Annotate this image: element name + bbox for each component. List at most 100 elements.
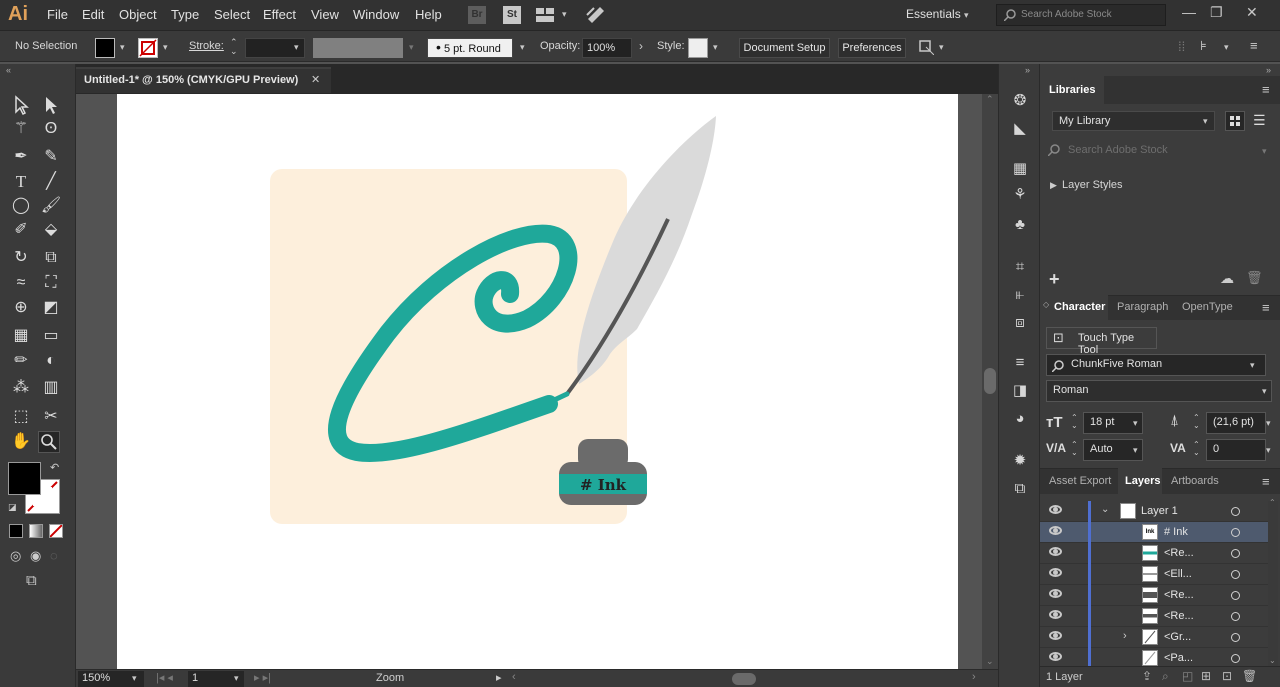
curvature-tool-icon[interactable]: ✎ [40, 146, 62, 168]
isolate-icon[interactable]: ⊧ [1200, 38, 1207, 54]
shape-builder-icon[interactable]: ⊕ [10, 297, 32, 319]
pathfinder-icon[interactable]: ⧈ [1009, 312, 1031, 334]
brush-definition[interactable]: • 5 pt. Round [427, 38, 513, 58]
chevron-down-icon[interactable]: ▾ [1266, 418, 1271, 429]
menu-help[interactable]: Help [415, 7, 442, 22]
chevron-down-icon[interactable]: ▾ [163, 42, 168, 53]
artboards-tab[interactable]: Artboards [1171, 475, 1219, 487]
chevron-down-icon[interactable]: ⌄ [1101, 504, 1109, 515]
grid-view-icon[interactable] [1225, 111, 1245, 131]
zoom-tool-icon[interactable] [38, 431, 60, 453]
eraser-icon[interactable]: ⬙ [40, 219, 62, 241]
stroke-label[interactable]: Stroke: [189, 40, 224, 52]
next-artboard-icon[interactable]: ▸ ▸| [254, 671, 271, 684]
screen-mode-icon[interactable]: ⧉ [26, 572, 37, 589]
new-layer-icon[interactable]: ⊡ [1222, 669, 1232, 683]
lasso-icon[interactable]: ʘ [40, 118, 62, 140]
pen-tool-icon[interactable]: ✒ [10, 146, 32, 168]
expand-triangle-icon[interactable]: ▶ [1050, 180, 1057, 191]
free-transform-icon[interactable]: ⛶ [40, 272, 62, 294]
visibility-eye-icon[interactable] [1049, 610, 1062, 619]
variable-width-profile[interactable] [313, 38, 403, 58]
target-circle-icon[interactable] [1231, 570, 1240, 579]
panel-menu-icon[interactable]: ≡ [1262, 300, 1270, 315]
layer-name[interactable]: Layer 1 [1141, 505, 1178, 517]
libraries-tab[interactable]: Libraries [1049, 84, 1095, 96]
visibility-eye-icon[interactable] [1049, 589, 1062, 598]
chevron-down-icon[interactable]: ▾ [1262, 146, 1267, 157]
stroke-swatch[interactable] [138, 38, 158, 58]
menu-file[interactable]: File [47, 7, 68, 22]
workspace-switcher[interactable]: Essentials [906, 7, 961, 21]
close-tab-icon[interactable]: ✕ [311, 73, 320, 86]
gradient-panel-icon[interactable]: ◣ [1009, 118, 1031, 140]
ink-label-text[interactable]: # Ink [580, 476, 627, 494]
swap-colors-icon[interactable]: ↶ [50, 461, 59, 474]
chevron-down-icon[interactable]: ▾ [120, 42, 125, 53]
layer-name[interactable]: # Ink [1164, 526, 1188, 538]
fill-color[interactable] [8, 462, 41, 495]
hand-tool-icon[interactable]: ✋ [10, 431, 32, 453]
visibility-eye-icon[interactable] [1049, 547, 1062, 556]
transform-icon[interactable] [918, 39, 935, 56]
draw-inside-icon[interactable]: ◌ [50, 548, 58, 563]
artwork[interactable]: # Ink [117, 94, 958, 669]
layer-row[interactable]: Ink # Ink [1040, 522, 1268, 543]
panel-menu-icon[interactable]: ≡ [1250, 38, 1258, 53]
paragraph-tab[interactable]: Paragraph [1117, 301, 1168, 313]
chevron-down-icon[interactable]: ▾ [1262, 386, 1267, 397]
selection-tool-icon[interactable] [10, 94, 32, 116]
artboard[interactable]: # Ink [117, 94, 958, 669]
visibility-eye-icon[interactable] [1049, 631, 1062, 640]
scroll-left-icon[interactable]: ‹ [512, 671, 516, 683]
visibility-eye-icon[interactable] [1049, 526, 1062, 535]
cloud-sync-icon[interactable]: ☁ [1220, 270, 1234, 287]
chevron-down-icon[interactable]: ▾ [409, 42, 414, 53]
ellipse-tool-icon[interactable]: ◯ [10, 195, 32, 217]
status-menu-icon[interactable]: ▸ [496, 671, 502, 684]
font-style-select[interactable]: Roman [1046, 380, 1272, 402]
symbol-sprayer-icon[interactable]: ⁂ [10, 377, 32, 399]
menu-type[interactable]: Type [171, 7, 199, 22]
scroll-right-icon[interactable]: › [972, 671, 976, 683]
panel-menu-icon[interactable]: ≡ [1262, 82, 1270, 97]
target-circle-icon[interactable] [1231, 528, 1240, 537]
chevron-down-icon[interactable]: ▾ [1203, 116, 1208, 127]
visibility-eye-icon[interactable] [1049, 652, 1062, 661]
default-colors-icon[interactable]: ◪ [8, 502, 17, 513]
first-artboard-icon[interactable]: |◂ ◂ [156, 671, 173, 684]
appearance-icon[interactable]: ◕ [1009, 408, 1031, 430]
stroke-stepper[interactable]: ⌃ ⌄ [230, 38, 238, 56]
color-guide-icon[interactable]: ❂ [1009, 90, 1031, 112]
chevron-down-icon[interactable]: ▾ [1224, 42, 1229, 53]
chevron-down-icon[interactable]: ▾ [520, 42, 525, 53]
font-family-input[interactable]: ChunkFive Roman [1046, 354, 1266, 376]
stock-search-input[interactable]: Search Adobe Stock [996, 4, 1166, 26]
color-mode-icon[interactable] [9, 524, 23, 538]
scale-tool-icon[interactable]: ⧉ [40, 247, 62, 269]
stock-icon[interactable]: St [503, 6, 521, 24]
rotate-tool-icon[interactable]: ↻ [10, 247, 32, 269]
collapse-icon[interactable]: « [6, 65, 11, 75]
document-setup-button[interactable]: Document Setup [739, 38, 830, 58]
list-view-icon[interactable]: ☰ [1253, 112, 1266, 129]
scroll-thumb[interactable] [984, 368, 996, 394]
perspective-grid-icon[interactable]: ◩ [40, 297, 62, 319]
layer-name[interactable]: <Ell... [1164, 568, 1192, 580]
chevron-down-icon[interactable]: ▾ [1133, 418, 1138, 429]
close-icon[interactable]: ✕ [1246, 4, 1258, 21]
symbols-icon[interactable]: ♣ [1009, 214, 1031, 236]
visibility-eye-icon[interactable] [1049, 505, 1062, 514]
transform-panel-icon[interactable]: ⌗ [1009, 256, 1031, 278]
panel-menu-icon[interactable]: ≡ [1262, 474, 1270, 489]
brushes-icon[interactable]: ⚘ [1009, 184, 1031, 206]
restore-icon[interactable]: ❐ [1210, 4, 1223, 21]
arrange-documents-icon[interactable] [536, 8, 554, 22]
menu-view[interactable]: View [311, 7, 339, 22]
eyedropper-icon[interactable]: ✏ [10, 350, 32, 372]
locate-object-icon[interactable]: ⌕ [1162, 669, 1169, 684]
chevron-down-icon[interactable]: ▾ [1250, 360, 1255, 371]
mesh-tool-icon[interactable]: ▦ [10, 325, 32, 347]
gpu-performance-icon[interactable] [586, 5, 606, 25]
layer-styles-section[interactable]: Layer Styles [1062, 179, 1123, 191]
